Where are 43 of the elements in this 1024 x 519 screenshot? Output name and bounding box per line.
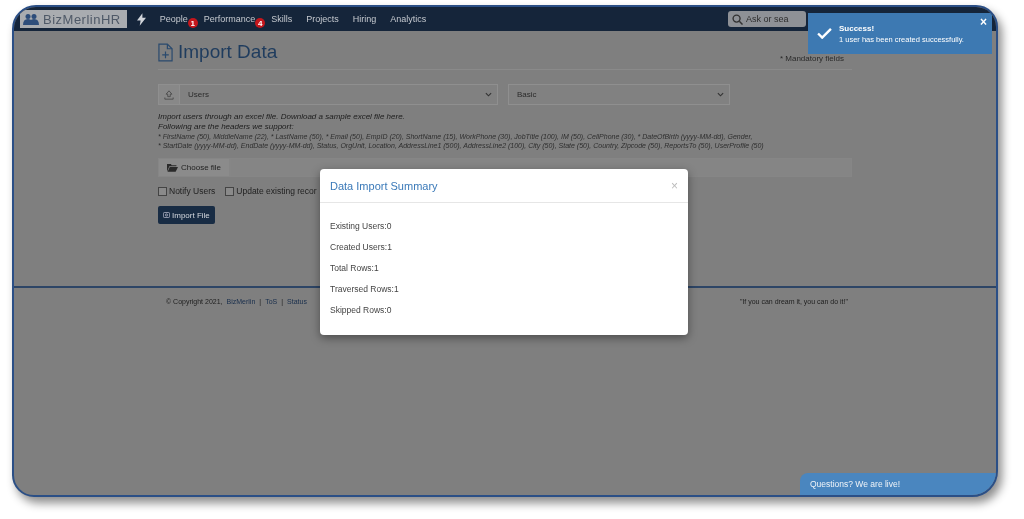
- close-button[interactable]: ×: [980, 15, 987, 29]
- headers-heading: Following are the headers we support:: [158, 122, 295, 132]
- search-field[interactable]: Ask or sea: [728, 11, 806, 27]
- import-file-button[interactable]: Import File: [158, 206, 215, 224]
- check-icon: [817, 28, 832, 39]
- page-title: Import Data: [178, 41, 278, 63]
- import-icon: [163, 212, 170, 218]
- chevron-down-icon: [485, 92, 492, 97]
- file-plus-icon: [158, 42, 173, 62]
- sample-file-link[interactable]: here.: [386, 112, 405, 121]
- nav-link[interactable]: People: [159, 14, 188, 24]
- logo[interactable]: BizMerlinHR: [20, 10, 127, 28]
- summary-line: Total Rows:1: [330, 262, 380, 274]
- summary-line: Traversed Rows:1: [330, 283, 400, 295]
- count-badge: 1: [187, 18, 198, 28]
- chat-button[interactable]: Questions? We are live!: [800, 473, 996, 495]
- template-select[interactable]: Basic: [508, 84, 730, 105]
- upload-icon: [164, 89, 174, 100]
- toast-title: Success!: [839, 23, 876, 33]
- checkbox-label: Update existing recor: [236, 186, 317, 196]
- checkbox[interactable]: [158, 186, 167, 196]
- people-icon: [23, 13, 39, 25]
- nav-link[interactable]: Skills: [271, 14, 293, 24]
- instructions-text: Import users through an excel file. Download a sample excel file here.: [158, 112, 406, 122]
- chevron-down-icon: [717, 92, 724, 97]
- summary-line: Created Users:1: [330, 241, 393, 253]
- logo-text: BizMerlinHR: [43, 11, 121, 27]
- mandatory-note: * Mandatory fields: [779, 54, 844, 63]
- nav-link[interactable]: Analytics: [390, 14, 427, 24]
- dialog-title: Data Import Summary: [330, 179, 438, 192]
- summary-line: Skipped Rows:0: [330, 304, 393, 316]
- count-badge: 4: [255, 18, 266, 28]
- lightning-icon[interactable]: [136, 12, 146, 26]
- nav-link[interactable]: Projects: [306, 14, 339, 24]
- summary-line: Existing Users:0: [330, 220, 393, 232]
- type-select[interactable]: Users: [158, 84, 498, 105]
- nav-link[interactable]: Hiring: [352, 14, 377, 24]
- folder-icon: [167, 163, 178, 172]
- search-icon: [732, 13, 743, 25]
- nav-link[interactable]: Performance: [203, 14, 256, 24]
- choose-file-button[interactable]: Choose file: [158, 158, 231, 177]
- checkbox[interactable]: [225, 186, 235, 196]
- checkbox-label: Notify Users: [169, 186, 216, 196]
